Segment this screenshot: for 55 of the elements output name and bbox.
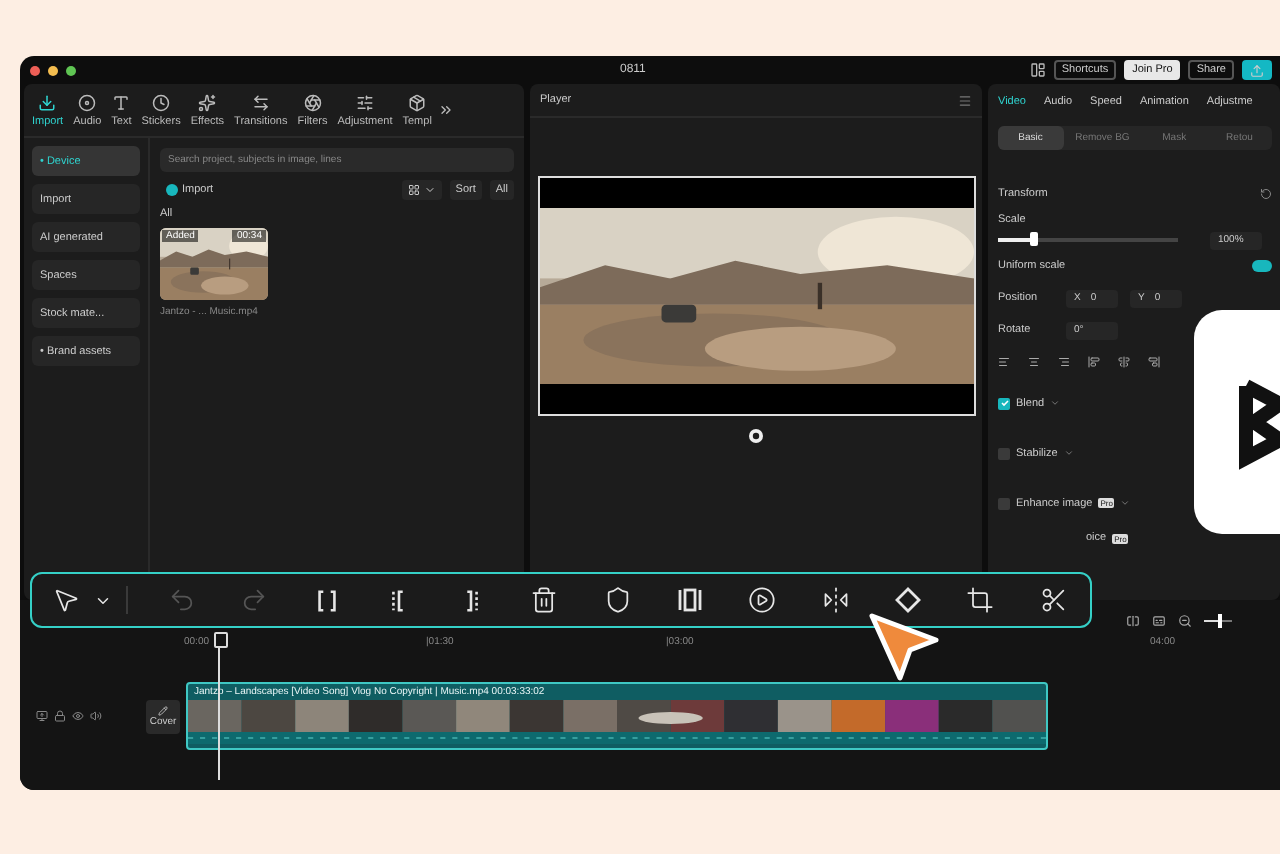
align-middle-icon[interactable] [1118,356,1130,368]
import-icon [38,93,57,111]
filter-icon [303,93,322,111]
freeze-frame-icon [676,586,705,614]
transition-icon [251,93,270,111]
align-bottom-icon[interactable] [1148,356,1160,368]
chevron-down-icon[interactable] [1063,448,1074,458]
disc-icon [78,93,97,111]
align-right-icon[interactable] [1058,356,1070,368]
export-button[interactable] [1242,60,1272,80]
chevron-down-icon [423,184,436,196]
layout-icon[interactable] [1029,62,1046,78]
select-pointer-icon [51,586,80,614]
align-left-icon[interactable] [998,356,1010,368]
upload-icon [1250,63,1264,77]
volume-icon[interactable] [90,710,102,722]
captions-icon[interactable] [1152,613,1166,627]
uniform-scale-toggle[interactable] [1252,260,1272,272]
lock-icon[interactable] [54,710,66,722]
sticker-icon [152,93,171,111]
split-view-icon[interactable] [1126,613,1140,627]
maximize-button[interactable] [66,65,76,75]
eye-icon[interactable] [72,710,84,722]
view-toggle-button[interactable] [401,180,442,200]
trash-icon [530,586,559,614]
option-checkbox[interactable] [998,497,1010,509]
marker-icon [603,586,632,614]
close-button[interactable] [30,65,40,75]
grid-icon [407,184,420,196]
option-checkbox[interactable] [998,447,1010,459]
more-tabs-icon[interactable] [437,102,454,118]
reset-icon[interactable] [1260,188,1272,200]
align-center-icon[interactable] [1028,356,1040,368]
option-checkbox[interactable] [998,397,1010,409]
chevron-down-icon[interactable] [1050,398,1061,408]
pointer-cursor-icon [866,610,942,686]
menu-icon[interactable] [958,93,972,107]
sliders-icon [355,93,374,111]
split-icon [313,587,340,613]
minimize-button[interactable] [48,65,58,75]
track-visibility-icon[interactable] [36,710,48,722]
play-circle-icon [748,586,777,614]
sparkles-icon [198,93,217,111]
redo-icon [239,586,268,614]
scissors-icon [1039,586,1068,614]
undo-icon [167,586,195,614]
target-icon[interactable] [748,428,764,444]
chevron-down-icon[interactable] [1120,498,1131,508]
text-icon [112,93,131,111]
package-icon [408,93,427,111]
align-top-icon[interactable] [1088,356,1100,368]
pencil-icon [158,705,168,715]
zoom-out-icon[interactable] [1178,613,1192,627]
mirror-icon [821,586,850,614]
crop-icon [966,586,995,614]
